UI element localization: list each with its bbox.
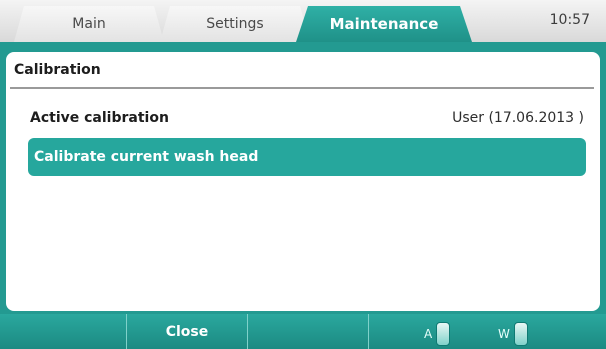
screen: Main Settings Maintenance 10:57 Calibrat… [0,0,606,349]
active-calibration-row: Active calibration User (17.06.2013 ) [30,106,584,130]
calibration-panel: Calibration Active calibration User (17.… [6,52,600,311]
tab-maintenance[interactable]: Maintenance [296,6,472,42]
softkey-1[interactable] [6,314,127,349]
active-calibration-value: User (17.06.2013 ) [452,110,584,126]
status-a: A [424,322,451,346]
status-area: A W [372,314,606,349]
tab-main[interactable]: Main [14,6,164,42]
panel-title: Calibration [14,62,101,78]
tab-settings-label: Settings [206,16,264,32]
close-label: Close [165,323,209,340]
softkey-3[interactable] [248,314,369,349]
bottle-icon [513,322,528,346]
bottle-icon [436,322,451,346]
tab-main-label: Main [72,16,106,32]
calibrate-wash-head-label: Calibrate current wash head [34,149,259,165]
active-calibration-label: Active calibration [30,110,169,126]
tab-bar: Main Settings Maintenance 10:57 [0,0,606,42]
calibrate-wash-head-button[interactable]: Calibrate current wash head [28,138,586,176]
status-a-label: A [424,327,433,341]
status-w: W [498,322,528,346]
close-button[interactable]: Close [127,314,248,349]
status-w-label: W [498,327,510,341]
panel-divider [10,87,594,89]
tab-maintenance-label: Maintenance [329,15,439,33]
tab-settings[interactable]: Settings [160,6,310,42]
clock: 10:57 [549,12,590,28]
